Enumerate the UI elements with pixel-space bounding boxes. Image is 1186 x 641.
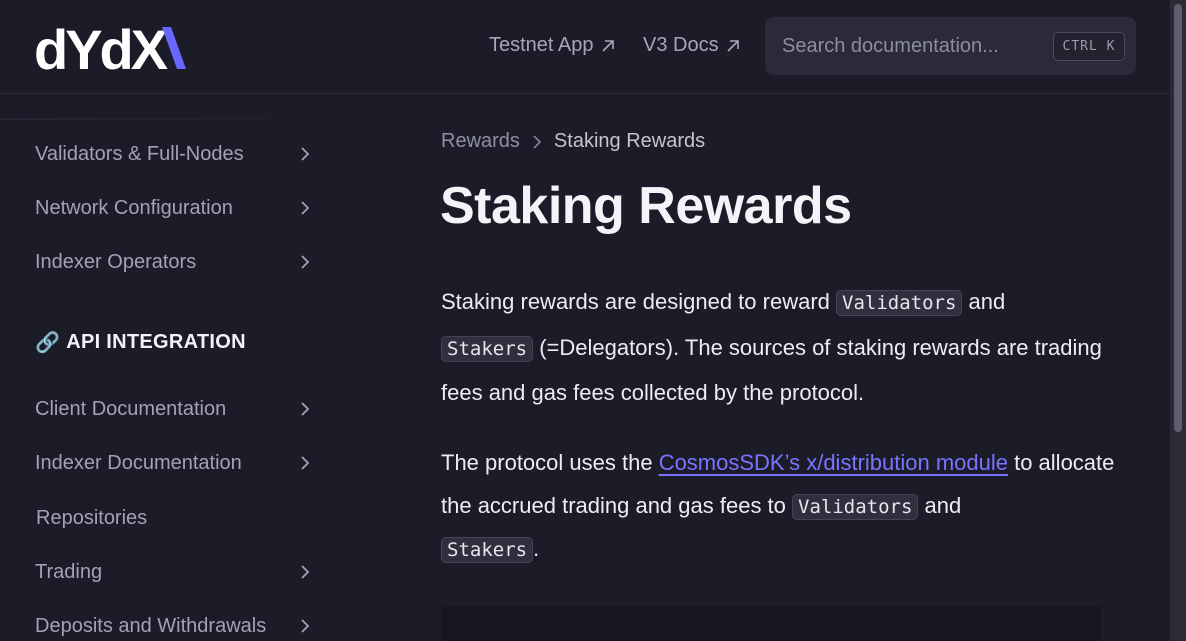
chevron-right-icon — [301, 255, 310, 269]
dydx-logo[interactable]: dYdX — [34, 22, 186, 72]
paragraph-text: and — [962, 289, 1006, 314]
sidebar-item-label: Trading — [35, 560, 103, 583]
sidebar-section-label: API INTEGRATION — [66, 331, 246, 353]
link-icon: 🔗 — [35, 332, 61, 354]
breadcrumb: Rewards Staking Rewards — [441, 130, 705, 153]
paragraph-text: and — [918, 492, 962, 518]
sidebar-section-api-integration: 🔗 API INTEGRATION — [35, 330, 246, 355]
paragraph-text: The protocol uses the — [441, 450, 659, 475]
stakers-code: Stakers — [441, 537, 534, 563]
svg-text:dYdX: dYdX — [34, 22, 168, 72]
v3-docs-label: V3 Docs — [643, 34, 719, 56]
chevron-right-icon — [301, 456, 310, 470]
sidebar-item-repositories[interactable]: Repositories — [36, 503, 326, 533]
breadcrumb-rewards-link[interactable]: Rewards — [441, 130, 520, 153]
external-arrow-icon — [601, 39, 614, 52]
chevron-right-icon — [301, 147, 310, 161]
sidebar-item-label: Client Documentation — [35, 397, 227, 420]
sidebar-divider — [0, 118, 355, 120]
chevron-right-icon — [301, 565, 310, 579]
testnet-app-link[interactable]: Testnet App — [489, 34, 616, 57]
testnet-app-label: Testnet App — [489, 34, 594, 56]
top-header: dYdX Testnet App V3 Docs Search document… — [0, 0, 1170, 94]
validators-code: Validators — [792, 493, 919, 520]
chevron-right-icon — [301, 619, 310, 633]
paragraph-text: (=Delegators). The sources of staking re… — [441, 334, 1102, 406]
sidebar-item-indexer-docs[interactable]: Indexer Documentation — [35, 448, 325, 478]
intro-paragraph: Staking rewards are designed to reward V… — [441, 280, 1121, 415]
sidebar-item-indexer-operators[interactable]: Indexer Operators — [35, 247, 325, 277]
sidebar-item-trading[interactable]: Trading — [35, 557, 325, 587]
scrollbar-thumb[interactable] — [1174, 4, 1182, 432]
stakers-code: Stakers — [441, 335, 534, 362]
chevron-right-icon — [533, 134, 541, 149]
search-placeholder: Search documentation... — [782, 34, 999, 57]
paragraph-text: . — [533, 536, 540, 561]
sidebar-item-validators[interactable]: Validators & Full-Nodes — [35, 139, 325, 169]
paragraph-text: Staking rewards are designed to reward — [441, 289, 836, 314]
page-scrollbar[interactable] — [1170, 0, 1186, 641]
chevron-right-icon — [301, 201, 310, 215]
sidebar-item-label: Deposits and Withdrawals — [35, 614, 267, 637]
sidebar-item-client-docs[interactable]: Client Documentation — [35, 394, 325, 424]
sidebar-item-deposits-withdrawals[interactable]: Deposits and Withdrawals — [35, 611, 325, 641]
sidebar-item-label: Indexer Documentation — [35, 451, 242, 474]
distribution-paragraph: The protocol uses the CosmosSDK’s x/dist… — [441, 442, 1121, 572]
main-content: Rewards Staking Rewards Staking Rewards … — [440, 94, 1130, 641]
chevron-right-icon — [301, 402, 310, 416]
cosmos-distribution-link[interactable]: CosmosSDK’s x/distribution module — [659, 450, 1008, 475]
search-input[interactable]: Search documentation... CTRL K — [765, 17, 1136, 75]
sidebar-item-label: Indexer Operators — [35, 250, 197, 273]
breadcrumb-current: Staking Rewards — [553, 130, 706, 152]
validators-code: Validators — [836, 290, 963, 316]
v3-docs-link[interactable]: V3 Docs — [643, 34, 741, 57]
search-shortcut-badge: CTRL K — [1053, 32, 1125, 61]
page-title: Staking Rewards — [440, 177, 852, 235]
sidebar-item-network-config[interactable]: Network Configuration — [35, 193, 325, 223]
sidebar-item-label: Validators & Full-Nodes — [35, 142, 244, 165]
diagram-image — [441, 606, 1101, 641]
sidebar-nav: Validators & Full-Nodes Network Configur… — [0, 94, 355, 641]
external-arrow-icon — [727, 39, 739, 52]
sidebar-item-label: Network Configuration — [35, 196, 233, 219]
sidebar-item-label: Repositories — [36, 506, 148, 529]
